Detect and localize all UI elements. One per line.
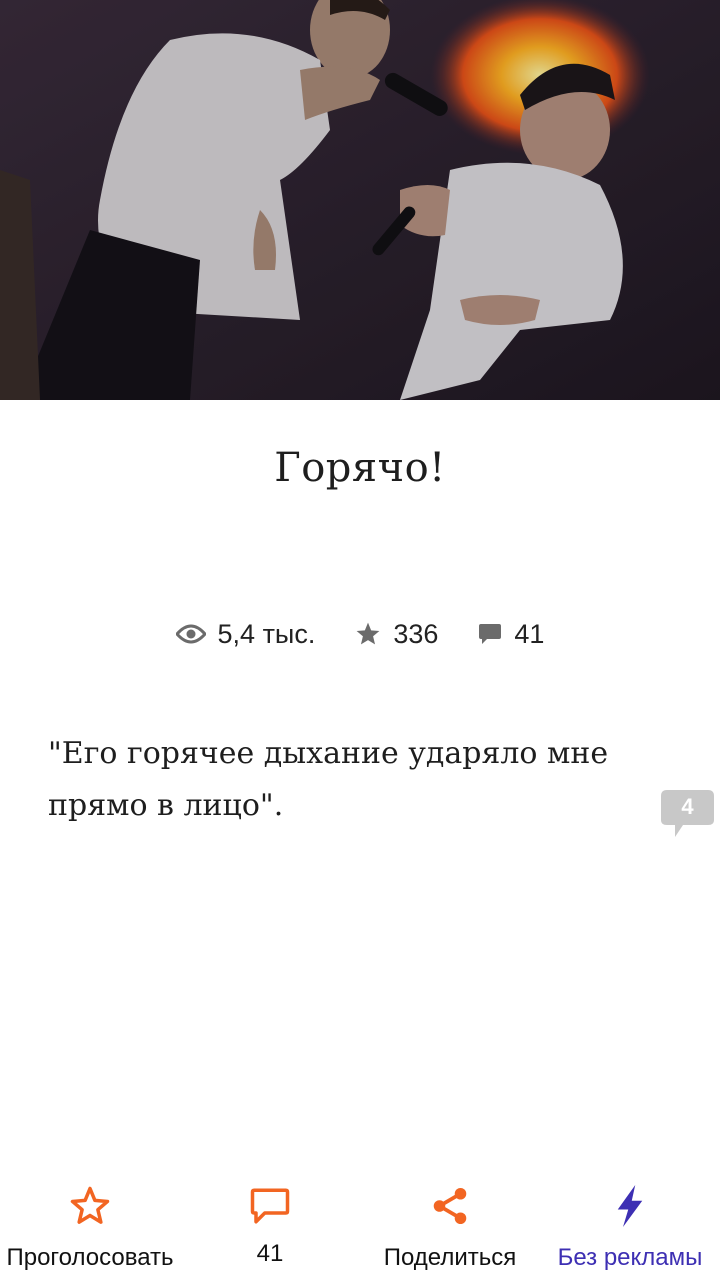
comments-stat: 41 <box>478 619 544 650</box>
votes-count: 336 <box>393 618 439 649</box>
star-outline-icon <box>70 1186 110 1224</box>
vote-label: Проголосовать <box>6 1244 174 1271</box>
paragraph-comments-badge[interactable]: 4 <box>661 790 714 838</box>
share-label: Поделиться <box>383 1244 517 1271</box>
paragraph-comments-count: 4 <box>681 794 694 819</box>
comment-outline-icon <box>250 1188 290 1224</box>
star-icon <box>355 621 381 647</box>
vote-button[interactable]: Проголосовать <box>0 1182 180 1274</box>
eye-icon <box>175 624 206 644</box>
views-count: 5,4 тыс. <box>217 618 316 649</box>
lightning-icon <box>617 1185 643 1227</box>
comments-count: 41 <box>514 618 545 649</box>
comment-icon <box>478 622 502 646</box>
no-ads-label: Без рекламы <box>557 1244 703 1271</box>
views-stat: 5,4 тыс. <box>175 618 316 650</box>
comments-label: 41 <box>256 1240 284 1267</box>
story-cover-image <box>0 0 720 400</box>
no-ads-button[interactable]: Без рекламы <box>540 1182 720 1274</box>
cover-photo-concert <box>0 0 720 400</box>
bottom-action-bar: Проголосовать 41 Поделиться Без рекламы <box>0 1172 720 1280</box>
share-button[interactable]: Поделиться <box>360 1182 540 1274</box>
story-title: Горячо! <box>274 445 446 491</box>
share-icon <box>433 1187 467 1225</box>
story-stats: 5,4 тыс. 336 41 <box>0 612 720 656</box>
comments-button[interactable]: 41 <box>180 1182 360 1274</box>
story-paragraph[interactable]: "Его горячее дыхание ударяло мне прямо в… <box>48 728 648 832</box>
votes-stat: 336 <box>355 619 438 650</box>
